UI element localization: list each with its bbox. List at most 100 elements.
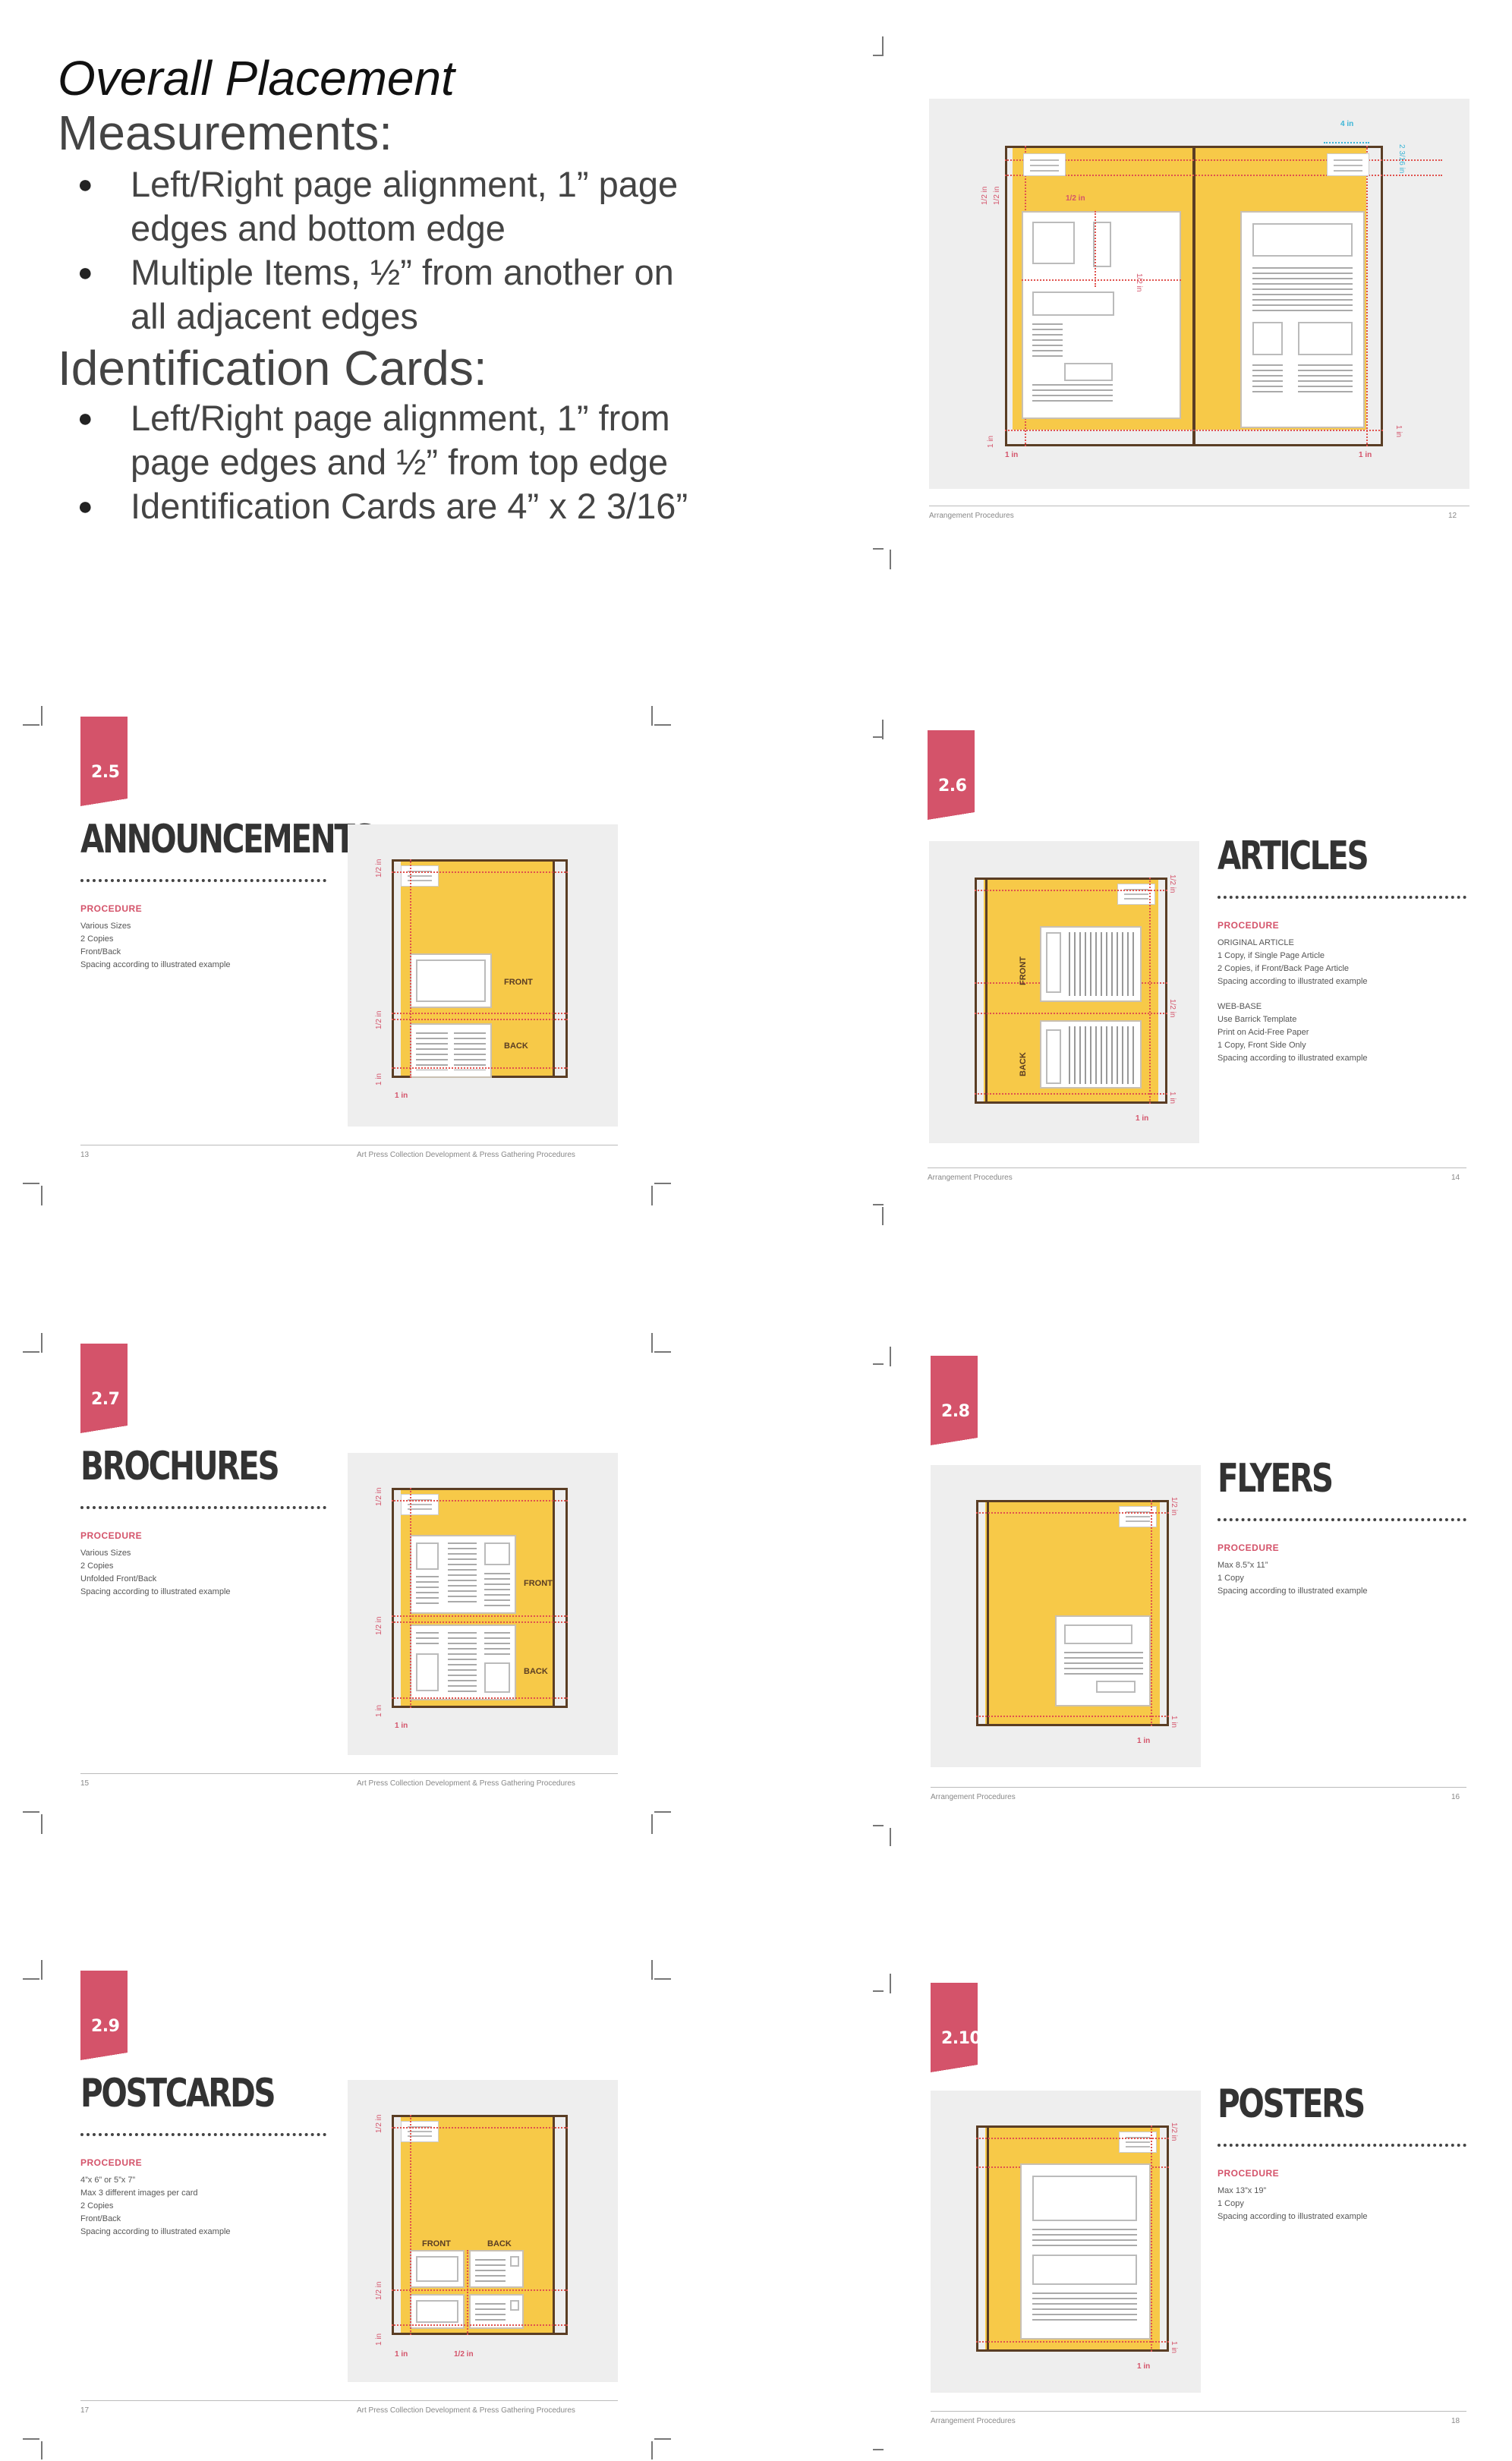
one-inch-label: 1 in [1137,1737,1151,1745]
one-inch-label: 1 in [1359,451,1372,459]
section-title: POSTERS [1217,2081,1366,2127]
footer-page: 14 [1451,1174,1460,1182]
half-inch-label: 1/2 in [375,2114,383,2133]
list-item: 2 Copies [80,934,114,944]
procedure-lines: Various Sizes 2 Copies Unfolded Front/Ba… [80,1547,231,1599]
section-tab: 2.6 [928,730,975,820]
back-label: BACK [524,1667,548,1676]
back-label: BACK [504,1041,528,1051]
footer-left: Arrangement Procedures [928,1174,1013,1182]
front-label: FRONT [524,1579,553,1588]
footer-page: 18 [1451,2417,1460,2425]
one-inch-label: 1 in [1394,425,1403,438]
list-item: Spacing according to illustrated example [1217,1054,1368,1063]
overview-diagram: 4 in 2 3/16 in 1/2 in 1/2 in 1/2 in 1/2 … [929,99,1469,489]
list-item: Unfolded Front/Back [80,1574,157,1583]
height-label: 2 3/16 in [1397,144,1406,174]
half-inch-label: 1/2 in [1135,273,1143,292]
front-label: FRONT [1019,956,1028,985]
list-item: 4”x 6” or 5”x 7” [80,2176,136,2185]
announcements-diagram: FRONT BACK 1/2 in 1/2 in 1 in 1 in [348,824,618,1127]
half-inch-label: 1/2 in [981,186,989,205]
one-inch-label: 1 in [395,2350,408,2359]
section-tab: 2.10 [931,1983,981,2072]
one-inch-label: 1 in [395,1092,408,1100]
list-item: Spacing according to illustrated example [80,2227,231,2236]
one-inch-label: 1 in [1170,2341,1178,2354]
list-item: Left/Right page alignment, 1” page edges… [77,162,706,251]
list-item: 1 Copy, if Single Page Article [1217,951,1325,960]
list-item: Front/Back [80,2214,121,2223]
one-inch-label: 1 in [375,2333,383,2346]
half-inch-label: 1/2 in [1066,194,1085,203]
section-title: ANNOUNCEMENTS [80,817,376,862]
list-item: Spacing according to illustrated example [1217,2212,1368,2221]
footer-page: 15 [80,1779,90,1788]
id-card [1023,153,1066,176]
procedure-label: PROCEDURE [1217,920,1280,931]
measurements-list: Left/Right page alignment, 1” page edges… [77,162,706,339]
list-item: Print on Acid-Free Paper [1217,1028,1309,1037]
footer-right: Art Press Collection Development & Press… [357,1151,575,1159]
list-item: Various Sizes [80,1549,131,1558]
list-item: Multiple Items, ½” from another on all a… [77,251,706,339]
one-inch-label: 1 in [1136,1114,1149,1123]
section-number: 2.8 [941,1402,970,1421]
half-inch-label: 1/2 in [454,2350,474,2359]
one-inch-label: 1 in [1137,2362,1151,2371]
section-number: 2.9 [91,2017,120,2036]
list-item: Front/Back [80,947,121,956]
section-title: ARTICLES [1217,833,1369,879]
list-item: Spacing according to illustrated example [1217,1587,1368,1596]
back-label: BACK [1019,1052,1028,1076]
list-item: WEB-BASE [1217,1002,1262,1011]
back-label: BACK [487,2239,512,2248]
id-card [1327,153,1369,176]
half-inch-label: 1/2 in [1170,2122,1178,2141]
section-title: BROCHURES [80,1444,280,1489]
footer-left: Arrangement Procedures [931,2417,1016,2425]
footer-right: Art Press Collection Development & Press… [357,1779,575,1788]
width-label: 4 in [1340,120,1354,128]
list-item: ORIGINAL ARTICLE [1217,938,1294,947]
section-number: 2.7 [91,1390,120,1409]
list-item: 1 Copy [1217,2199,1244,2208]
section-number: 2.5 [91,763,120,782]
half-inch-label: 1/2 in [375,2281,383,2300]
item-box [1020,2163,1151,2340]
id-cards-heading: Identification Cards: [58,341,487,395]
brochures-diagram: FRONT BACK 1/2 in 1/2 in 1 in 1 in [348,1453,618,1755]
procedure-lines: ORIGINAL ARTICLE 1 Copy, if Single Page … [1217,937,1368,988]
list-item: Spacing according to illustrated example [1217,977,1368,986]
section-number: 2.10 [941,2029,981,2048]
half-inch-label: 1/2 in [375,1010,383,1029]
one-inch-label: 1 in [987,435,995,448]
section-tab: 2.7 [80,1344,128,1433]
procedure-label: PROCEDURE [80,1530,143,1541]
half-inch-label: 1/2 in [375,1487,383,1506]
section-number: 2.6 [938,777,967,796]
list-item: 1 Copy [1217,1574,1244,1583]
list-item: Left/Right page alignment, 1” from page … [77,396,706,484]
section-tab: 2.8 [931,1356,978,1445]
list-item: Max 8.5”x 11” [1217,1561,1268,1570]
footer-page: 17 [80,2406,90,2415]
one-inch-label: 1 in [395,1722,408,1730]
item-box [1055,1615,1151,1706]
flyers-diagram: 1/2 in 1 in 1 in [931,1465,1201,1767]
id-cards-list: Left/Right page alignment, 1” from page … [77,396,706,528]
half-inch-label: 1/2 in [375,1616,383,1635]
section-title: FLYERS [1217,1456,1334,1501]
procedure-label: PROCEDURE [1217,1542,1280,1553]
procedure-lines: Max 8.5”x 11” 1 Copy Spacing according t… [1217,1559,1368,1598]
one-inch-label: 1 in [375,1704,383,1717]
list-item: Various Sizes [80,922,131,931]
procedure-lines: 4”x 6” or 5”x 7” Max 3 different images … [80,2174,231,2239]
list-item: 2 Copies [80,2201,114,2210]
half-inch-label: 1/2 in [375,859,383,878]
footer-page: 13 [80,1151,90,1159]
procedure-label: PROCEDURE [80,903,143,914]
procedure-lines-web: WEB-BASE Use Barrick Template Print on A… [1217,1000,1368,1065]
list-item: Max 13”x 19” [1217,2186,1267,2195]
articles-diagram: FRONT BACK 1/2 in 1/2 in 1 in 1 in [929,841,1199,1143]
